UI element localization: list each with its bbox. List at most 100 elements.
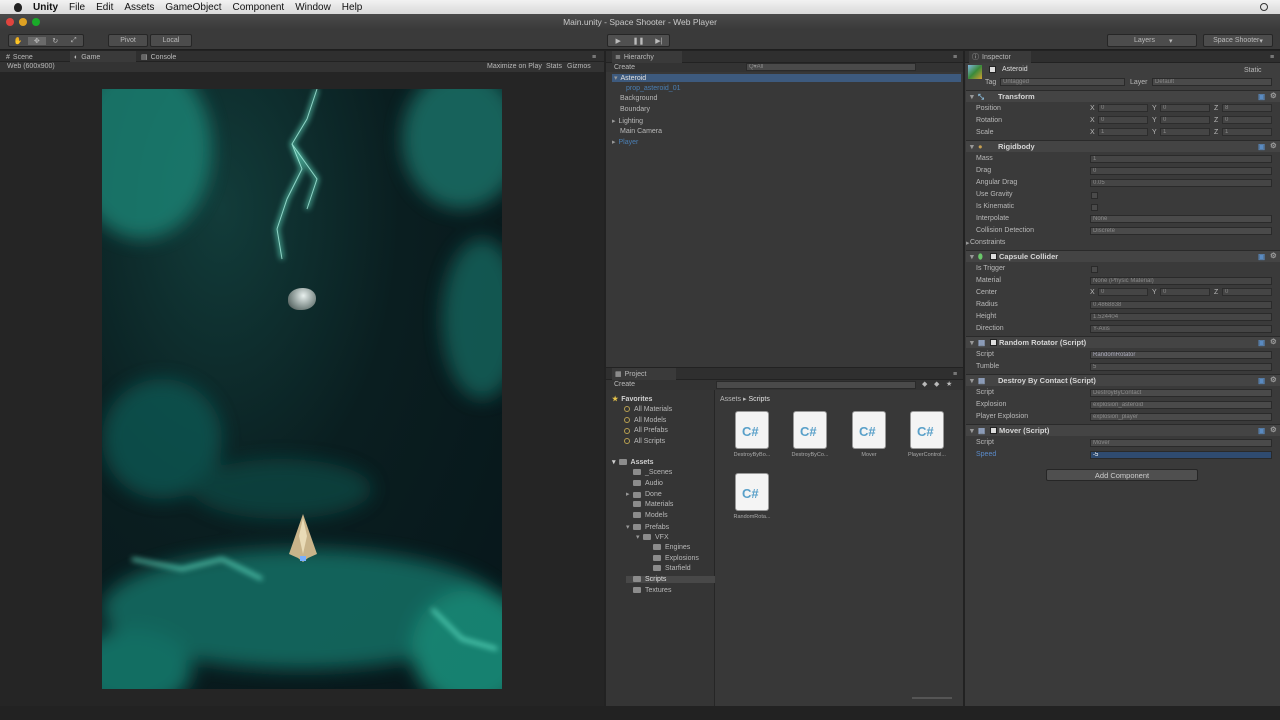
pause-button[interactable]: ❚❚ (628, 37, 648, 45)
position-x[interactable]: 0 (1098, 104, 1148, 112)
folder-item[interactable]: _Scenes (626, 469, 672, 476)
hierarchy-item[interactable]: Background (620, 95, 657, 102)
breadcrumb-assets[interactable]: Assets (720, 396, 741, 403)
rigidbody-dropdown[interactable]: Discrete (1090, 227, 1272, 235)
script-file-label[interactable]: RandomRota... (727, 514, 777, 520)
folder-item[interactable]: Audio (626, 480, 663, 487)
filter-by-label-icon[interactable]: ◆ (934, 380, 939, 388)
script-file-label[interactable]: DestroyByCo... (785, 452, 835, 458)
favorite-item[interactable]: All Materials (624, 406, 672, 413)
favorite-item[interactable]: All Prefabs (624, 427, 668, 434)
hierarchy-item[interactable]: Boundary (620, 106, 650, 113)
player-ship[interactable] (288, 514, 318, 562)
help-icon[interactable]: ▣ (1258, 426, 1265, 435)
move-tool-icon[interactable]: ✥ (27, 36, 46, 45)
folder-item[interactable]: ▸ Done (626, 490, 662, 498)
layout-dropdown[interactable]: Space Shooter ▾ (1203, 34, 1273, 47)
script-file-label[interactable]: Mover (844, 452, 894, 458)
capsule-field[interactable]: None (Physic Material) (1090, 277, 1272, 285)
checkbox[interactable] (1091, 266, 1098, 273)
folder-item[interactable]: Models (626, 512, 668, 519)
rigidbody-field[interactable]: 0.05 (1090, 179, 1272, 187)
static-checkbox[interactable]: Static (1244, 67, 1262, 74)
script-file-icon[interactable]: C# (794, 412, 826, 448)
active-checkbox[interactable] (989, 66, 996, 73)
chevron-down-icon[interactable]: ▾ (970, 338, 974, 347)
hierarchy-item[interactable]: ▸ Player (612, 138, 638, 146)
tab-hierarchy[interactable]: ≣ Hierarchy (612, 51, 682, 63)
capsule-field[interactable]: 1.524404 (1090, 313, 1272, 321)
menu-unity[interactable]: Unity (33, 2, 58, 13)
chevron-down-icon[interactable]: ▾ (970, 376, 974, 385)
stats-toggle[interactable]: Stats (546, 63, 562, 70)
pivot-toggle[interactable]: Pivot (108, 34, 148, 47)
checkbox[interactable] (1091, 192, 1098, 199)
folder-item[interactable]: Scripts (626, 576, 715, 583)
asteroid-object[interactable] (288, 288, 316, 310)
breadcrumb-scripts[interactable]: Scripts (748, 396, 769, 403)
chevron-down-icon[interactable]: ▾ (970, 426, 974, 435)
center-y[interactable]: 0 (1160, 288, 1210, 296)
assets-root[interactable]: ▾ Assets (612, 458, 653, 466)
object-field[interactable]: explosion_asteroid (1090, 401, 1272, 409)
checkbox[interactable] (1091, 204, 1098, 211)
help-icon[interactable]: ▣ (1258, 142, 1265, 151)
rigidbody-field[interactable]: 0 (1090, 167, 1272, 175)
rotate-tool-icon[interactable]: ↻ (46, 37, 65, 45)
maximize-on-play-toggle[interactable]: Maximize on Play (487, 63, 542, 70)
center-x[interactable]: 0 (1098, 288, 1148, 296)
favorites-header[interactable]: ★ Favorites (612, 395, 652, 403)
position-y[interactable]: 0 (1160, 104, 1210, 112)
resolution-dropdown[interactable]: Web (600x900) (7, 63, 55, 70)
script-file-label[interactable]: DestroyByBo... (727, 452, 777, 458)
step-button[interactable]: ▶| (649, 37, 669, 45)
folder-item[interactable]: Textures (626, 587, 671, 594)
spotlight-icon[interactable] (1260, 3, 1268, 11)
folder-item[interactable]: Engines (646, 544, 690, 551)
help-icon[interactable]: ▣ (1258, 376, 1265, 385)
chevron-right-icon[interactable]: ▸ (626, 490, 633, 498)
hierarchy-create-dropdown[interactable]: Create (614, 64, 635, 71)
rigidbody-component[interactable]: ▾ ● Rigidbody ▣ ⚙ (966, 140, 1280, 152)
tab-project[interactable]: ▦ Project (612, 368, 676, 380)
chevron-down-icon[interactable]: ▾ (636, 533, 643, 541)
folder-item[interactable]: ▾ Prefabs (626, 523, 669, 531)
local-toggle[interactable]: Local (150, 34, 192, 47)
chevron-down-icon[interactable]: ▾ (970, 142, 974, 151)
script-file-icon[interactable]: C# (853, 412, 885, 448)
rotation-x[interactable]: 0 (1098, 116, 1148, 124)
menu-gameobject[interactable]: GameObject (165, 2, 221, 13)
gizmos-toggle[interactable]: Gizmos (567, 63, 591, 70)
project-search-input[interactable] (716, 381, 916, 389)
capsule-field[interactable]: Y-Axis (1090, 325, 1272, 333)
project-create-dropdown[interactable]: Create (614, 381, 635, 388)
help-icon[interactable]: ▣ (1258, 338, 1265, 347)
chevron-right-icon[interactable]: ▸ (966, 239, 970, 247)
rigidbody-dropdown[interactable]: None (1090, 215, 1272, 223)
play-button[interactable]: ▶ (608, 37, 628, 45)
menu-window[interactable]: Window (295, 2, 331, 13)
chevron-right-icon[interactable]: ▸ (612, 139, 616, 146)
folder-item[interactable]: Starfield (646, 565, 691, 572)
favorite-item[interactable]: All Scripts (624, 438, 665, 445)
script-file-icon[interactable]: C# (911, 412, 943, 448)
add-component-button[interactable]: Add Component (1046, 469, 1198, 481)
menu-assets[interactable]: Assets (124, 2, 154, 13)
folder-item[interactable]: ▾ VFX (636, 533, 669, 541)
game-viewport[interactable] (102, 89, 502, 689)
scale-tool-icon[interactable]: ⤢ (65, 37, 84, 45)
folder-item[interactable]: Materials (626, 501, 673, 508)
script-file-label[interactable]: PlayerControl... (902, 452, 952, 458)
icon-size-slider[interactable] (912, 697, 952, 699)
gear-icon[interactable]: ⚙ (1270, 425, 1277, 434)
tab-inspector[interactable]: ⓘ Inspector (969, 51, 1031, 63)
gear-icon[interactable]: ⚙ (1270, 91, 1277, 100)
rotation-y[interactable]: 0 (1160, 116, 1210, 124)
capsule-collider-component[interactable]: ▾ ⬮ Capsule Collider ▣ ⚙ (966, 250, 1280, 262)
gear-icon[interactable]: ⚙ (1270, 251, 1277, 260)
layers-dropdown[interactable]: Layers ▾ (1107, 34, 1197, 47)
hierarchy-search-input[interactable]: Q▾All (746, 63, 916, 71)
menu-component[interactable]: Component (233, 2, 285, 13)
position-z[interactable]: 8 (1222, 104, 1272, 112)
script-field[interactable]: RandomRotator (1090, 351, 1272, 359)
